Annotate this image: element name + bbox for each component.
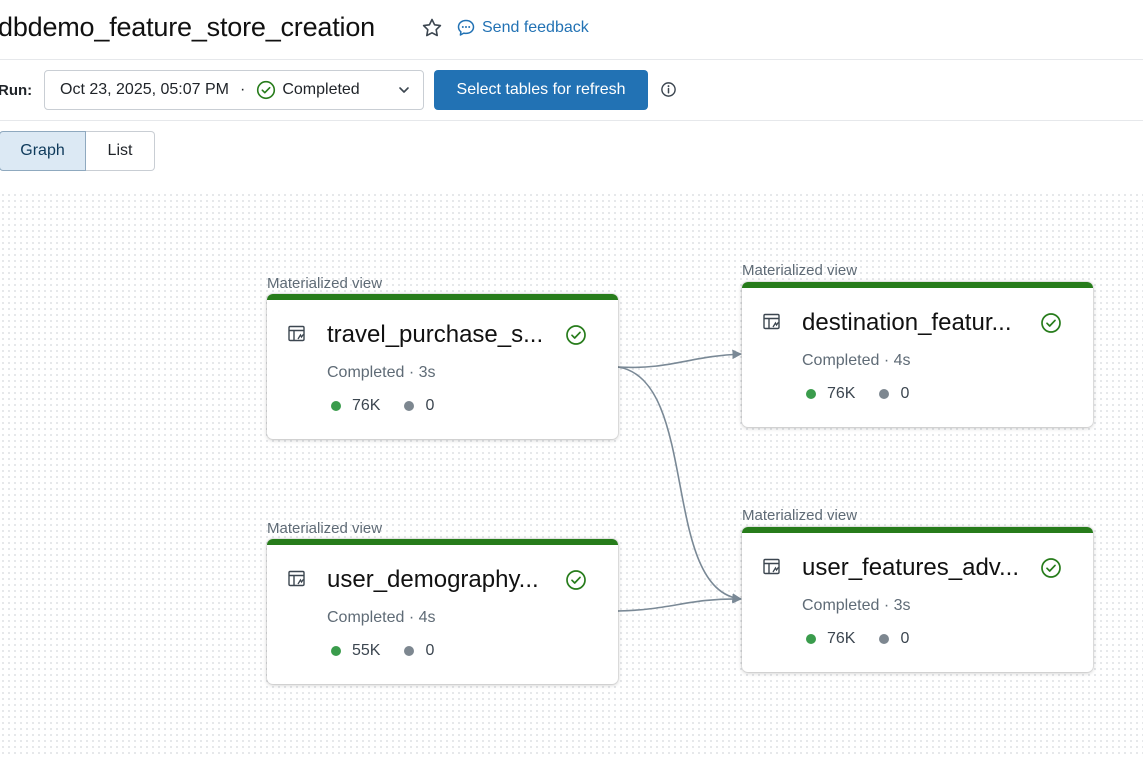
check-circle-icon <box>1041 313 1061 333</box>
node-status: Completed · 4s <box>327 609 436 626</box>
chat-bubble-icon <box>457 19 475 36</box>
dropped-count: 0 <box>900 630 910 647</box>
node-status: Completed · 3s <box>327 364 436 381</box>
rows-dot-icon <box>806 634 816 644</box>
check-circle-icon <box>566 325 586 345</box>
send-feedback-link[interactable]: Send feedback <box>456 18 589 38</box>
status-bar <box>742 282 1093 288</box>
tab-graph[interactable]: Graph <box>0 131 86 171</box>
select-tables-refresh-button[interactable]: Select tables for refresh <box>434 70 648 110</box>
node-status: Completed · 4s <box>802 352 911 369</box>
node-type-label: Materialized view <box>742 507 858 524</box>
rows-dot-icon <box>806 389 816 399</box>
node-metrics: 76K 0 <box>806 385 909 403</box>
check-circle-icon <box>257 80 276 100</box>
dropped-dot-icon <box>404 401 415 411</box>
materialized-view-icon <box>288 570 305 587</box>
dropped-dot-icon <box>404 646 415 656</box>
rows-count: 55K <box>352 642 381 659</box>
info-icon[interactable] <box>660 81 677 98</box>
tab-list[interactable]: List <box>86 131 155 171</box>
materialized-view-icon <box>763 558 780 575</box>
dropped-dot-icon <box>879 389 890 399</box>
run-selector[interactable]: Oct 23, 2025, 05:07 PM · Completed <box>44 70 424 110</box>
check-circle-icon <box>566 570 586 590</box>
rows-count: 76K <box>827 630 856 647</box>
node-card-travel-purchase[interactable]: travel_purchase_s... Completed · 3s 76K … <box>267 294 618 439</box>
node-name: user_demography... <box>327 566 539 593</box>
rows-dot-icon <box>331 646 341 656</box>
node-name: user_features_adv... <box>802 554 1020 581</box>
run-date: Oct 23, 2025, 05:07 PM <box>60 81 229 98</box>
node-type-label: Materialized view <box>267 275 383 292</box>
dropped-count: 0 <box>425 642 435 659</box>
node-status: Completed · 3s <box>802 597 911 614</box>
node-name: destination_featur... <box>802 309 1012 336</box>
node-metrics: 76K 0 <box>806 630 909 648</box>
rows-count: 76K <box>352 397 381 414</box>
run-separator: · <box>240 81 246 98</box>
node-type-label: Materialized view <box>742 262 858 279</box>
star-icon[interactable] <box>420 16 444 40</box>
node-metrics: 76K 0 <box>331 397 434 415</box>
node-card-destination-features[interactable]: destination_featur... Completed · 4s 76K… <box>742 282 1093 427</box>
run-label: Run: <box>0 82 33 99</box>
page-header: dbdemo_feature_store_creation Send feedb… <box>0 0 1143 60</box>
node-card-user-features-adv[interactable]: user_features_adv... Completed · 3s 76K … <box>742 527 1093 672</box>
view-toggle: Graph List <box>0 131 155 171</box>
node-card-user-demography[interactable]: user_demography... Completed · 4s 55K 0 <box>267 539 618 684</box>
status-bar <box>742 527 1093 533</box>
dropped-count: 0 <box>425 397 435 414</box>
node-name: travel_purchase_s... <box>327 321 544 348</box>
chevron-down-icon <box>399 87 409 93</box>
run-toolbar: Run: Oct 23, 2025, 05:07 PM · Completed … <box>0 60 1143 121</box>
run-status: Completed <box>282 81 360 98</box>
check-circle-icon <box>1041 558 1061 578</box>
node-type-label: Materialized view <box>267 520 383 537</box>
rows-count: 76K <box>827 385 856 402</box>
materialized-view-icon <box>288 325 305 342</box>
status-bar <box>267 294 618 300</box>
status-bar <box>267 539 618 545</box>
materialized-view-icon <box>763 313 780 330</box>
rows-dot-icon <box>331 401 341 411</box>
send-feedback-label: Send feedback <box>482 19 589 36</box>
page-title: dbdemo_feature_store_creation <box>0 12 375 42</box>
dropped-count: 0 <box>900 385 910 402</box>
node-metrics: 55K 0 <box>331 642 434 660</box>
dropped-dot-icon <box>879 634 890 644</box>
